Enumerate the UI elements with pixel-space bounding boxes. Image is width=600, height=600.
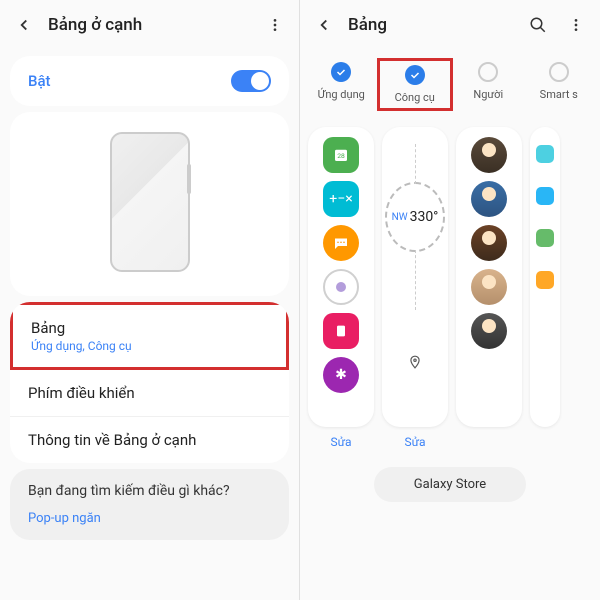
check-icon bbox=[331, 62, 351, 82]
back-button[interactable] bbox=[14, 15, 34, 35]
toggle-label: Bật bbox=[28, 72, 51, 90]
panel-tabs: Ứng dụng Công cụ Người Smart s bbox=[300, 50, 600, 119]
check-icon bbox=[478, 62, 498, 82]
avatar bbox=[471, 313, 507, 349]
panel-previews: 28 +−× ✱ Sửa NW bbox=[300, 119, 600, 457]
suggestion-link[interactable]: Pop-up ngăn bbox=[28, 511, 271, 526]
edit-link-tools[interactable]: Sửa bbox=[404, 435, 425, 449]
edit-link-apps[interactable]: Sửa bbox=[330, 435, 351, 449]
clipboard-icon bbox=[323, 313, 359, 349]
svg-text:28: 28 bbox=[337, 152, 345, 160]
settings-icon: ✱ bbox=[323, 357, 359, 393]
settings-list: Bảng Ứng dụng, Công cụ Phím điều khiển T… bbox=[10, 302, 289, 463]
compass-widget: NW 330° bbox=[385, 137, 445, 297]
suggestion-question: Bạn đang tìm kiếm điều gì khác? bbox=[28, 483, 271, 499]
avatar bbox=[471, 181, 507, 217]
avatar bbox=[471, 225, 507, 261]
phone-preview-card bbox=[10, 112, 289, 296]
calendar-icon: 28 bbox=[323, 137, 359, 173]
panels-screen: Bảng Ứng dụng Công cụ Người bbox=[300, 0, 600, 600]
tab-apps[interactable]: Ứng dụng bbox=[306, 58, 377, 111]
back-button[interactable] bbox=[314, 15, 334, 35]
menu-item-panels[interactable]: Bảng Ứng dụng, Công cụ bbox=[10, 302, 289, 370]
more-icon[interactable] bbox=[566, 15, 586, 35]
panel-apps[interactable]: 28 +−× ✱ bbox=[308, 127, 374, 427]
check-icon bbox=[549, 62, 569, 82]
more-icon[interactable] bbox=[265, 15, 285, 35]
phone-preview bbox=[110, 132, 190, 272]
settings-screen: Bảng ở cạnh Bật Bảng Ứng dụng, Công cụ P… bbox=[0, 0, 300, 600]
page-title: Bảng bbox=[348, 15, 528, 35]
avatar bbox=[471, 137, 507, 173]
menu-item-about[interactable]: Thông tin về Bảng ở cạnh bbox=[10, 417, 289, 463]
tile-icon bbox=[536, 271, 554, 289]
suggestion-card: Bạn đang tìm kiếm điều gì khác? Pop-up n… bbox=[10, 469, 289, 540]
master-toggle[interactable] bbox=[231, 70, 271, 92]
panel-smart[interactable] bbox=[530, 127, 560, 427]
search-icon[interactable] bbox=[528, 15, 548, 35]
tile-icon bbox=[536, 229, 554, 247]
location-icon bbox=[408, 355, 422, 373]
avatar bbox=[471, 269, 507, 305]
tab-smart[interactable]: Smart s bbox=[524, 58, 595, 111]
calculator-icon: +−× bbox=[323, 181, 359, 217]
bixby-icon bbox=[323, 269, 359, 305]
messages-icon bbox=[323, 225, 359, 261]
panel-people[interactable] bbox=[456, 127, 522, 427]
tab-people[interactable]: Người bbox=[453, 58, 524, 111]
galaxy-store-button[interactable]: Galaxy Store bbox=[374, 467, 526, 502]
page-title: Bảng ở cạnh bbox=[48, 15, 265, 35]
master-toggle-card: Bật bbox=[10, 56, 289, 106]
tile-icon bbox=[536, 187, 554, 205]
header: Bảng ở cạnh bbox=[0, 0, 299, 50]
menu-item-handler[interactable]: Phím điều khiển bbox=[10, 370, 289, 417]
tile-icon bbox=[536, 145, 554, 163]
header: Bảng bbox=[300, 0, 600, 50]
tab-tools[interactable]: Công cụ bbox=[377, 58, 454, 111]
check-icon bbox=[405, 65, 425, 85]
panel-tools[interactable]: NW 330° bbox=[382, 127, 448, 427]
